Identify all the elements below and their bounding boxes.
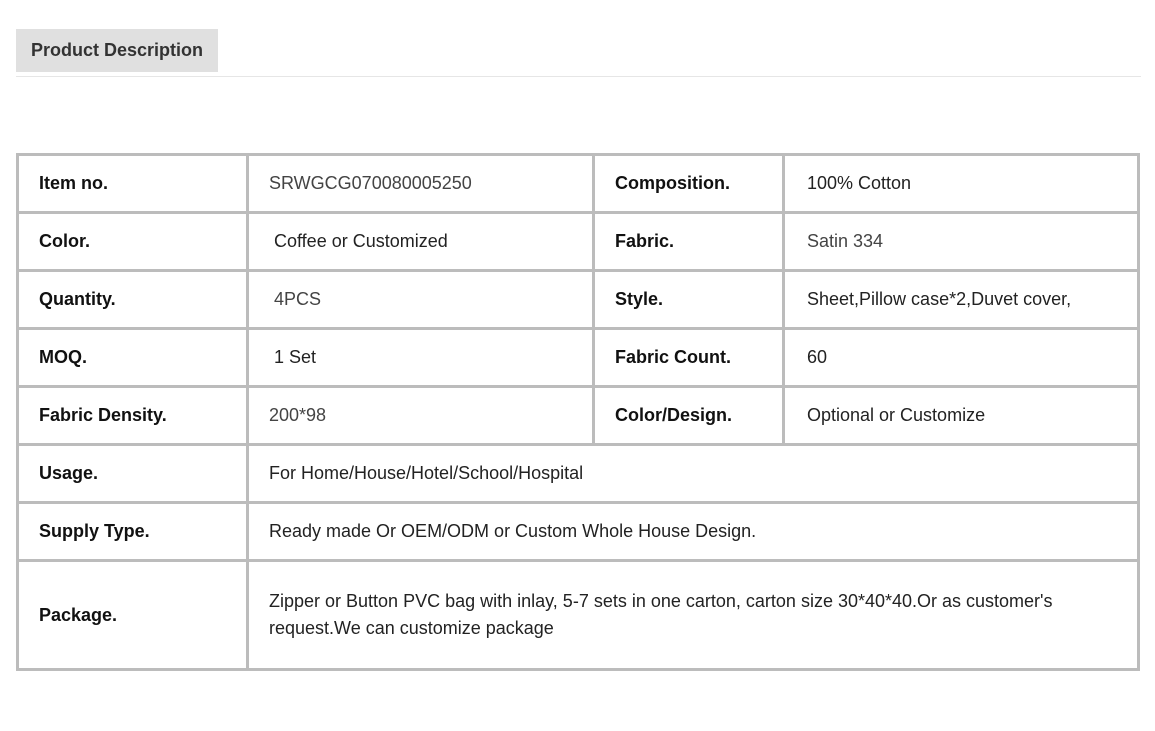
quantity-value: 4PCS [246, 269, 595, 330]
supply-type-value: Ready made Or OEM/ODM or Custom Whole Ho… [246, 501, 1140, 562]
color-design-value: Optional or Customize [782, 385, 1140, 446]
table-row: Color. Coffee or Customized Fabric. Sati… [16, 211, 1140, 272]
fabric-value: Satin 334 [782, 211, 1140, 272]
table-row: MOQ. 1 Set Fabric Count. 60 [16, 327, 1140, 388]
fabric-density-value: 200*98 [246, 385, 595, 446]
table-row: Usage. For Home/House/Hotel/School/Hospi… [16, 443, 1140, 504]
fabric-count-label: Fabric Count. [592, 327, 785, 388]
table-row: Fabric Density. 200*98 Color/Design. Opt… [16, 385, 1140, 446]
item-no-value: SRWGCG070080005250 [246, 153, 595, 214]
supply-type-label: Supply Type. [16, 501, 249, 562]
style-value: Sheet,Pillow case*2,Duvet cover, [782, 269, 1140, 330]
table-row: Package. Zipper or Button PVC bag with i… [16, 559, 1140, 671]
color-design-label: Color/Design. [592, 385, 785, 446]
product-description-tab[interactable]: Product Description [16, 29, 218, 72]
moq-label: MOQ. [16, 327, 249, 388]
fabric-count-value: 60 [782, 327, 1140, 388]
package-label: Package. [16, 559, 249, 671]
composition-value: 100% Cotton [782, 153, 1140, 214]
style-label: Style. [592, 269, 785, 330]
fabric-density-label: Fabric Density. [16, 385, 249, 446]
quantity-label: Quantity. [16, 269, 249, 330]
description-tab-bar: Product Description [16, 29, 1141, 77]
composition-label: Composition. [592, 153, 785, 214]
table-row: Quantity. 4PCS Style. Sheet,Pillow case*… [16, 269, 1140, 330]
product-spec-table: Item no. SRWGCG070080005250 Composition.… [16, 153, 1140, 671]
package-value: Zipper or Button PVC bag with inlay, 5-7… [246, 559, 1140, 671]
color-label: Color. [16, 211, 249, 272]
usage-value: For Home/House/Hotel/School/Hospital [246, 443, 1140, 504]
usage-label: Usage. [16, 443, 249, 504]
color-value: Coffee or Customized [246, 211, 595, 272]
fabric-label: Fabric. [592, 211, 785, 272]
moq-value: 1 Set [246, 327, 595, 388]
table-row: Supply Type. Ready made Or OEM/ODM or Cu… [16, 501, 1140, 562]
table-row: Item no. SRWGCG070080005250 Composition.… [16, 153, 1140, 214]
item-no-label: Item no. [16, 153, 249, 214]
